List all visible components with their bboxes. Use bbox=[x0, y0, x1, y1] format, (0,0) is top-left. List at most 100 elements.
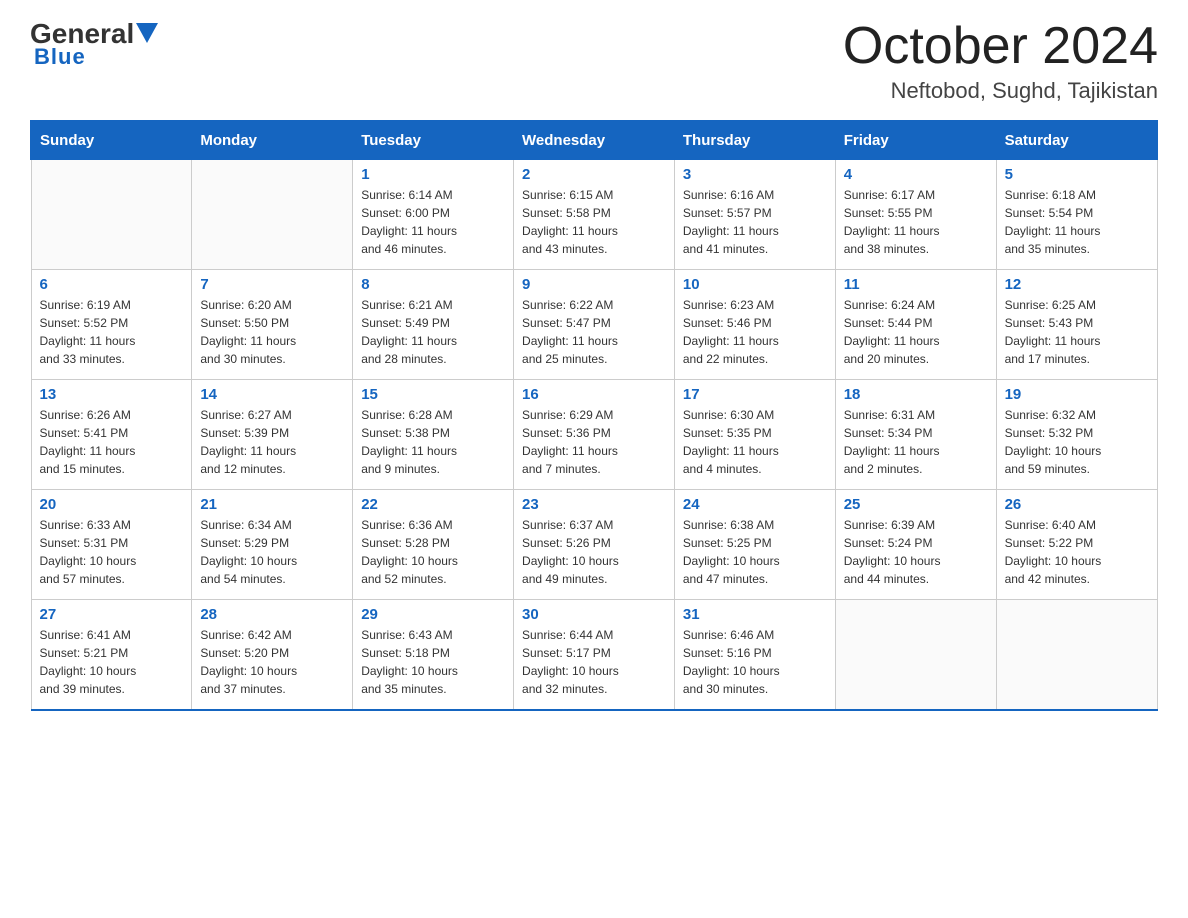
calendar-cell: 13 Sunrise: 6:26 AM Sunset: 5:41 PM Dayli… bbox=[31, 380, 192, 490]
day-info: Sunrise: 6:33 AM Sunset: 5:31 PM Dayligh… bbox=[40, 516, 184, 588]
day-info: Sunrise: 6:14 AM Sunset: 6:00 PM Dayligh… bbox=[361, 186, 505, 258]
day-info: Sunrise: 6:34 AM Sunset: 5:29 PM Dayligh… bbox=[200, 516, 344, 588]
day-number: 20 bbox=[40, 496, 184, 513]
calendar-cell: 20 Sunrise: 6:33 AM Sunset: 5:31 PM Dayli… bbox=[31, 490, 192, 600]
day-number: 16 bbox=[522, 386, 666, 403]
day-number: 12 bbox=[1005, 276, 1149, 293]
day-info: Sunrise: 6:40 AM Sunset: 5:22 PM Dayligh… bbox=[1005, 516, 1149, 588]
day-info: Sunrise: 6:29 AM Sunset: 5:36 PM Dayligh… bbox=[522, 406, 666, 478]
calendar-cell: 5 Sunrise: 6:18 AM Sunset: 5:54 PM Daylig… bbox=[996, 160, 1157, 270]
day-info: Sunrise: 6:20 AM Sunset: 5:50 PM Dayligh… bbox=[200, 296, 344, 368]
day-info: Sunrise: 6:18 AM Sunset: 5:54 PM Dayligh… bbox=[1005, 186, 1149, 258]
day-info: Sunrise: 6:24 AM Sunset: 5:44 PM Dayligh… bbox=[844, 296, 988, 368]
day-info: Sunrise: 6:16 AM Sunset: 5:57 PM Dayligh… bbox=[683, 186, 827, 258]
day-number: 2 bbox=[522, 166, 666, 183]
day-info: Sunrise: 6:46 AM Sunset: 5:16 PM Dayligh… bbox=[683, 626, 827, 698]
day-info: Sunrise: 6:36 AM Sunset: 5:28 PM Dayligh… bbox=[361, 516, 505, 588]
day-info: Sunrise: 6:31 AM Sunset: 5:34 PM Dayligh… bbox=[844, 406, 988, 478]
calendar-table: SundayMondayTuesdayWednesdayThursdayFrid… bbox=[30, 120, 1158, 711]
day-number: 1 bbox=[361, 166, 505, 183]
day-info: Sunrise: 6:22 AM Sunset: 5:47 PM Dayligh… bbox=[522, 296, 666, 368]
calendar-cell: 14 Sunrise: 6:27 AM Sunset: 5:39 PM Dayli… bbox=[192, 380, 353, 490]
calendar-cell: 7 Sunrise: 6:20 AM Sunset: 5:50 PM Daylig… bbox=[192, 270, 353, 380]
calendar-cell: 19 Sunrise: 6:32 AM Sunset: 5:32 PM Dayli… bbox=[996, 380, 1157, 490]
calendar-cell: 27 Sunrise: 6:41 AM Sunset: 5:21 PM Dayli… bbox=[31, 600, 192, 710]
day-info: Sunrise: 6:15 AM Sunset: 5:58 PM Dayligh… bbox=[522, 186, 666, 258]
day-number: 10 bbox=[683, 276, 827, 293]
calendar-cell: 17 Sunrise: 6:30 AM Sunset: 5:35 PM Dayli… bbox=[674, 380, 835, 490]
calendar-cell: 31 Sunrise: 6:46 AM Sunset: 5:16 PM Dayli… bbox=[674, 600, 835, 710]
logo-area: General Blue bbox=[30, 20, 158, 70]
day-number: 26 bbox=[1005, 496, 1149, 513]
title-area: October 2024 Neftobod, Sughd, Tajikistan bbox=[843, 20, 1158, 104]
day-number: 27 bbox=[40, 606, 184, 623]
day-number: 17 bbox=[683, 386, 827, 403]
day-number: 11 bbox=[844, 276, 988, 293]
calendar-cell: 9 Sunrise: 6:22 AM Sunset: 5:47 PM Daylig… bbox=[514, 270, 675, 380]
month-title: October 2024 bbox=[843, 20, 1158, 72]
calendar-cell: 24 Sunrise: 6:38 AM Sunset: 5:25 PM Dayli… bbox=[674, 490, 835, 600]
day-number: 29 bbox=[361, 606, 505, 623]
calendar-week-row: 1 Sunrise: 6:14 AM Sunset: 6:00 PM Daylig… bbox=[31, 160, 1157, 270]
day-number: 8 bbox=[361, 276, 505, 293]
day-info: Sunrise: 6:41 AM Sunset: 5:21 PM Dayligh… bbox=[40, 626, 184, 698]
calendar-cell: 25 Sunrise: 6:39 AM Sunset: 5:24 PM Dayli… bbox=[835, 490, 996, 600]
location-title: Neftobod, Sughd, Tajikistan bbox=[843, 78, 1158, 104]
day-number: 6 bbox=[40, 276, 184, 293]
calendar-cell bbox=[192, 160, 353, 270]
calendar-cell: 15 Sunrise: 6:28 AM Sunset: 5:38 PM Dayli… bbox=[353, 380, 514, 490]
calendar-cell: 1 Sunrise: 6:14 AM Sunset: 6:00 PM Daylig… bbox=[353, 160, 514, 270]
weekday-header-friday: Friday bbox=[835, 121, 996, 160]
day-info: Sunrise: 6:39 AM Sunset: 5:24 PM Dayligh… bbox=[844, 516, 988, 588]
day-info: Sunrise: 6:43 AM Sunset: 5:18 PM Dayligh… bbox=[361, 626, 505, 698]
day-number: 15 bbox=[361, 386, 505, 403]
day-info: Sunrise: 6:26 AM Sunset: 5:41 PM Dayligh… bbox=[40, 406, 184, 478]
day-number: 30 bbox=[522, 606, 666, 623]
day-info: Sunrise: 6:32 AM Sunset: 5:32 PM Dayligh… bbox=[1005, 406, 1149, 478]
day-number: 4 bbox=[844, 166, 988, 183]
logo-triangle-icon bbox=[136, 23, 158, 43]
calendar-cell: 29 Sunrise: 6:43 AM Sunset: 5:18 PM Dayli… bbox=[353, 600, 514, 710]
calendar-cell: 30 Sunrise: 6:44 AM Sunset: 5:17 PM Dayli… bbox=[514, 600, 675, 710]
calendar-week-row: 6Sunrise: 6:19 AM Sunset: 5:52 PM Daylig… bbox=[31, 270, 1157, 380]
calendar-cell: 18Sunrise: 6:31 AM Sunset: 5:34 PM Dayli… bbox=[835, 380, 996, 490]
calendar-cell: 11 Sunrise: 6:24 AM Sunset: 5:44 PM Dayli… bbox=[835, 270, 996, 380]
calendar-cell: 28Sunrise: 6:42 AM Sunset: 5:20 PM Dayli… bbox=[192, 600, 353, 710]
calendar-cell: 21 Sunrise: 6:34 AM Sunset: 5:29 PM Dayli… bbox=[192, 490, 353, 600]
day-info: Sunrise: 6:23 AM Sunset: 5:46 PM Dayligh… bbox=[683, 296, 827, 368]
day-number: 24 bbox=[683, 496, 827, 513]
day-info: Sunrise: 6:27 AM Sunset: 5:39 PM Dayligh… bbox=[200, 406, 344, 478]
day-info: Sunrise: 6:42 AM Sunset: 5:20 PM Dayligh… bbox=[200, 626, 344, 698]
calendar-cell: 8Sunrise: 6:21 AM Sunset: 5:49 PM Daylig… bbox=[353, 270, 514, 380]
calendar-cell: 2 Sunrise: 6:15 AM Sunset: 5:58 PM Daylig… bbox=[514, 160, 675, 270]
calendar-cell bbox=[31, 160, 192, 270]
calendar-cell: 6Sunrise: 6:19 AM Sunset: 5:52 PM Daylig… bbox=[31, 270, 192, 380]
logo-blue: Blue bbox=[30, 44, 86, 70]
day-number: 21 bbox=[200, 496, 344, 513]
day-number: 14 bbox=[200, 386, 344, 403]
calendar-cell: 22Sunrise: 6:36 AM Sunset: 5:28 PM Dayli… bbox=[353, 490, 514, 600]
day-number: 25 bbox=[844, 496, 988, 513]
weekday-header-thursday: Thursday bbox=[674, 121, 835, 160]
day-number: 9 bbox=[522, 276, 666, 293]
day-info: Sunrise: 6:38 AM Sunset: 5:25 PM Dayligh… bbox=[683, 516, 827, 588]
calendar-cell: 26 Sunrise: 6:40 AM Sunset: 5:22 PM Dayli… bbox=[996, 490, 1157, 600]
day-number: 5 bbox=[1005, 166, 1149, 183]
day-info: Sunrise: 6:28 AM Sunset: 5:38 PM Dayligh… bbox=[361, 406, 505, 478]
day-number: 7 bbox=[200, 276, 344, 293]
day-number: 13 bbox=[40, 386, 184, 403]
calendar-cell: 4Sunrise: 6:17 AM Sunset: 5:55 PM Daylig… bbox=[835, 160, 996, 270]
day-info: Sunrise: 6:30 AM Sunset: 5:35 PM Dayligh… bbox=[683, 406, 827, 478]
day-number: 19 bbox=[1005, 386, 1149, 403]
calendar-week-row: 27 Sunrise: 6:41 AM Sunset: 5:21 PM Dayli… bbox=[31, 600, 1157, 710]
calendar-week-row: 20 Sunrise: 6:33 AM Sunset: 5:31 PM Dayli… bbox=[31, 490, 1157, 600]
calendar-cell: 3Sunrise: 6:16 AM Sunset: 5:57 PM Daylig… bbox=[674, 160, 835, 270]
calendar-cell: 12Sunrise: 6:25 AM Sunset: 5:43 PM Dayli… bbox=[996, 270, 1157, 380]
day-number: 31 bbox=[683, 606, 827, 623]
page-header: General Blue October 2024 Neftobod, Sugh… bbox=[30, 20, 1158, 104]
day-info: Sunrise: 6:44 AM Sunset: 5:17 PM Dayligh… bbox=[522, 626, 666, 698]
calendar-cell: 16 Sunrise: 6:29 AM Sunset: 5:36 PM Dayli… bbox=[514, 380, 675, 490]
weekday-header-saturday: Saturday bbox=[996, 121, 1157, 160]
calendar-cell: 23Sunrise: 6:37 AM Sunset: 5:26 PM Dayli… bbox=[514, 490, 675, 600]
calendar-cell: 10 Sunrise: 6:23 AM Sunset: 5:46 PM Dayli… bbox=[674, 270, 835, 380]
